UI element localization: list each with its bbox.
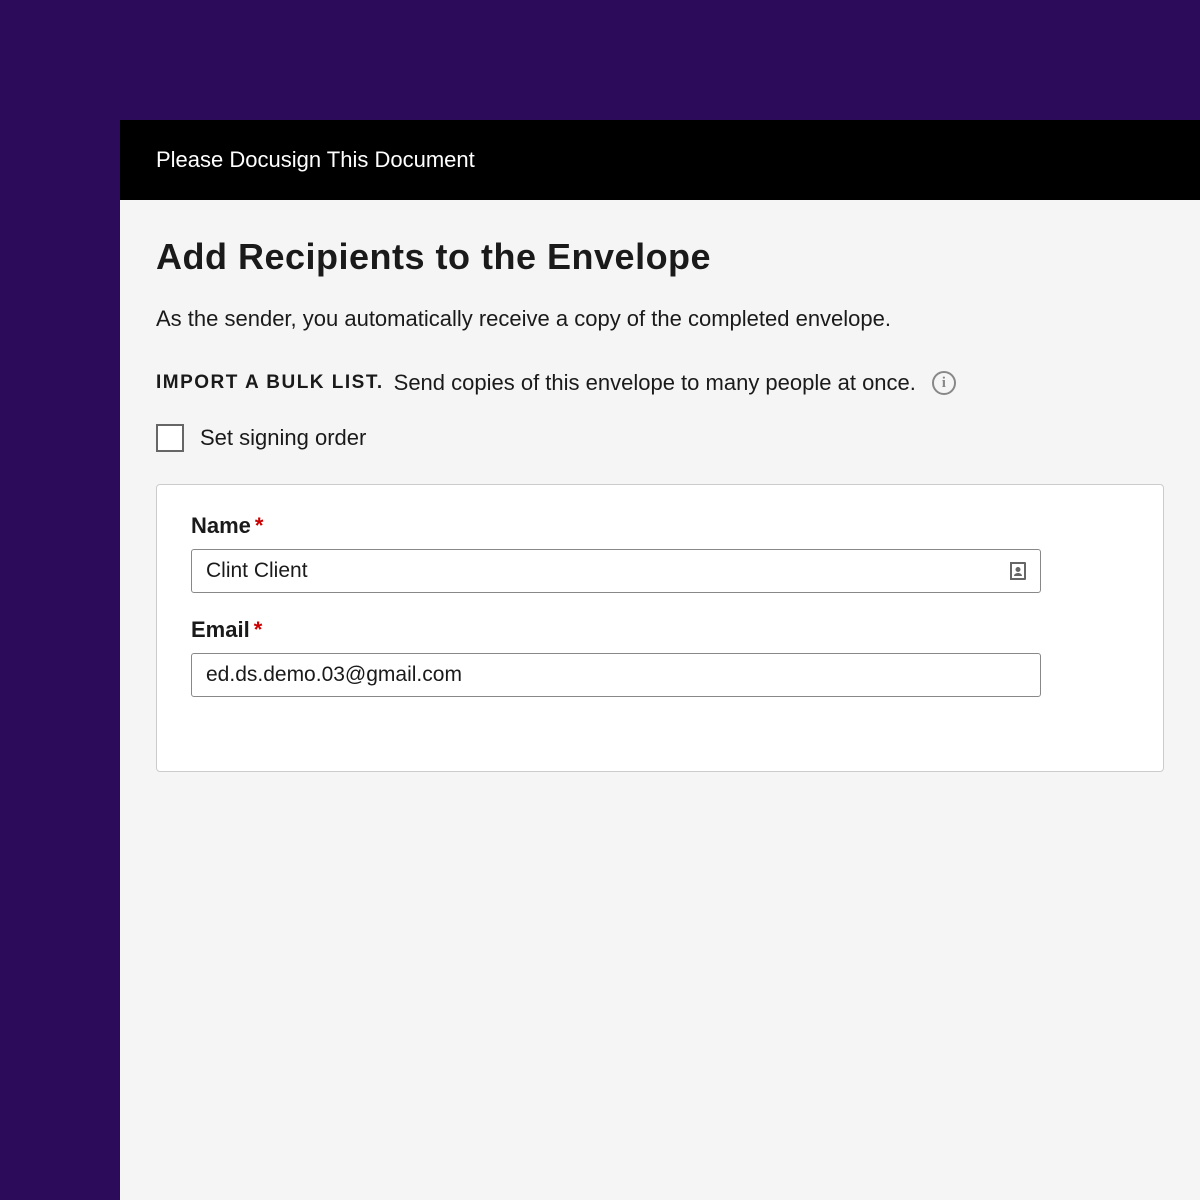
email-label: Email* <box>191 617 1129 643</box>
name-label: Name* <box>191 513 1129 539</box>
content-area: Add Recipients to the Envelope As the se… <box>120 200 1200 772</box>
email-input[interactable] <box>191 653 1041 697</box>
required-marker: * <box>255 513 264 538</box>
email-field-group: Email* <box>191 617 1129 697</box>
recipient-card: Name* Email* <box>156 484 1164 772</box>
main-panel: Please Docusign This Document Add Recipi… <box>120 120 1200 1200</box>
signing-order-checkbox[interactable] <box>156 424 184 452</box>
signing-order-row: Set signing order <box>156 424 1164 452</box>
bulk-description: Send copies of this envelope to many peo… <box>394 370 916 396</box>
page-title: Add Recipients to the Envelope <box>156 236 1164 278</box>
required-marker: * <box>254 617 263 642</box>
contact-book-icon[interactable] <box>1005 558 1031 584</box>
document-header: Please Docusign This Document <box>120 120 1200 200</box>
info-icon[interactable]: i <box>932 371 956 395</box>
sender-note: As the sender, you automatically receive… <box>156 306 1164 332</box>
name-input[interactable] <box>191 549 1041 593</box>
signing-order-label: Set signing order <box>200 425 366 451</box>
name-field-group: Name* <box>191 513 1129 593</box>
bulk-import-row: IMPORT A BULK LIST. Send copies of this … <box>156 370 1164 396</box>
import-bulk-link[interactable]: IMPORT A BULK LIST. <box>156 372 384 394</box>
document-title: Please Docusign This Document <box>156 147 475 173</box>
